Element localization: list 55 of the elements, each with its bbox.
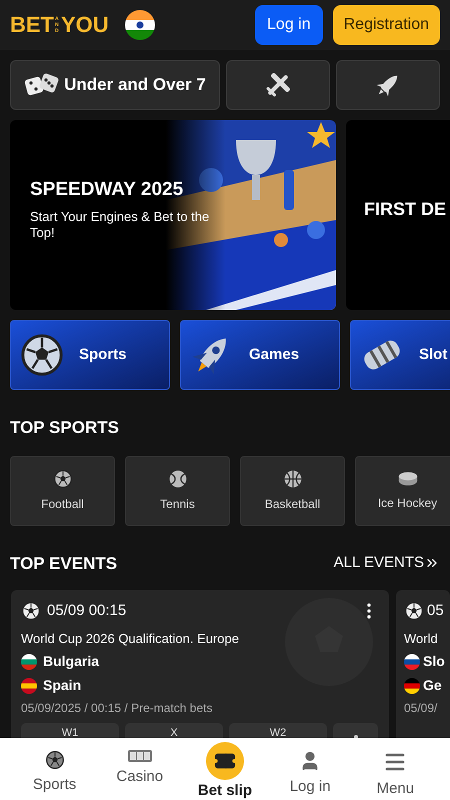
event-info: 05/09/: [404, 700, 438, 717]
sport-tile[interactable]: Football: [10, 456, 115, 526]
registration-button[interactable]: Registration: [332, 5, 440, 45]
tennis-ball-icon: [168, 468, 188, 488]
team-name: Ge: [423, 676, 442, 695]
league-name: World Cup 2026 Qualification. Europe: [21, 630, 240, 648]
game-button[interactable]: [226, 60, 330, 110]
game-button[interactable]: [336, 60, 440, 110]
banner-title: FIRST DE: [364, 198, 448, 221]
banner-title: SPEEDWAY 2025: [30, 178, 184, 202]
promo-banner[interactable]: SPEEDWAY 2025 Start Your Engines & Bet to the Top!: [10, 120, 336, 310]
event-time: 05: [427, 601, 444, 621]
nav-tab[interactable]: Log in: [270, 738, 350, 798]
category-tile[interactable]: Sports: [10, 320, 170, 390]
dice-icon: [24, 72, 60, 98]
flag-icon: [21, 654, 37, 670]
nav-tab[interactable]: Casino: [100, 738, 180, 788]
nav-tab[interactable]: Bet slip: [184, 738, 265, 800]
team-name: Bulgaria: [43, 652, 100, 671]
event-info: 05/09/2025 / 00:15 / Pre-match bets: [21, 700, 214, 717]
league-name: World: [404, 630, 439, 648]
category-tile[interactable]: Games: [180, 320, 340, 390]
sport-tile[interactable]: Tennis: [125, 456, 230, 526]
section-title: TOP SPORTS: [9, 417, 120, 439]
football-icon: [52, 468, 72, 488]
basketball-icon: [282, 468, 302, 488]
game-button[interactable]: Under and Over 7: [10, 60, 220, 110]
nav-tab[interactable]: Menu: [355, 738, 436, 800]
flag-icon: [21, 678, 37, 694]
soccer-ball-icon: [19, 332, 65, 378]
nav-tab[interactable]: Sports: [14, 738, 95, 796]
sport-tile[interactable]: Basketball: [240, 456, 345, 526]
team-name: Slo: [423, 652, 445, 671]
slot-machine-icon: [128, 750, 152, 762]
hockey-puck-icon: [396, 470, 418, 488]
odds-button[interactable]: W1: [21, 723, 119, 738]
team-name: Spain: [43, 676, 82, 695]
flag-icon[interactable]: [124, 10, 155, 40]
football-icon: [21, 601, 41, 622]
soccer-ball-icon: [44, 750, 65, 770]
sport-tile[interactable]: Ice Hockey: [355, 456, 450, 526]
flag-icon: [404, 678, 420, 694]
football-icon: [404, 601, 424, 622]
event-card[interactable]: 05/09 00:15 World Cup 2026 Qualification. Europe Bulgaria Spain 05/09/2025 / 00:15 / Pre-match bets W1 X W2: [11, 590, 389, 738]
promo-banner[interactable]: FIRST DE: [346, 120, 450, 310]
odds-button[interactable]: X: [125, 723, 223, 738]
odds-button[interactable]: W2: [229, 723, 327, 738]
login-button[interactable]: Log in: [255, 5, 323, 45]
flag-icon: [404, 654, 420, 670]
all-events-link[interactable]: ALL EVENTS: [334, 552, 440, 574]
event-time: 05/09 00:15: [47, 601, 126, 621]
event-card[interactable]: 05 World Slo Ge 05/09/: [396, 590, 450, 738]
category-tile[interactable]: Slot: [350, 320, 450, 390]
section-title: TOP EVENTS: [10, 552, 118, 574]
banner-subtitle: Start Your Engines & Bet to the Top!: [30, 208, 210, 240]
